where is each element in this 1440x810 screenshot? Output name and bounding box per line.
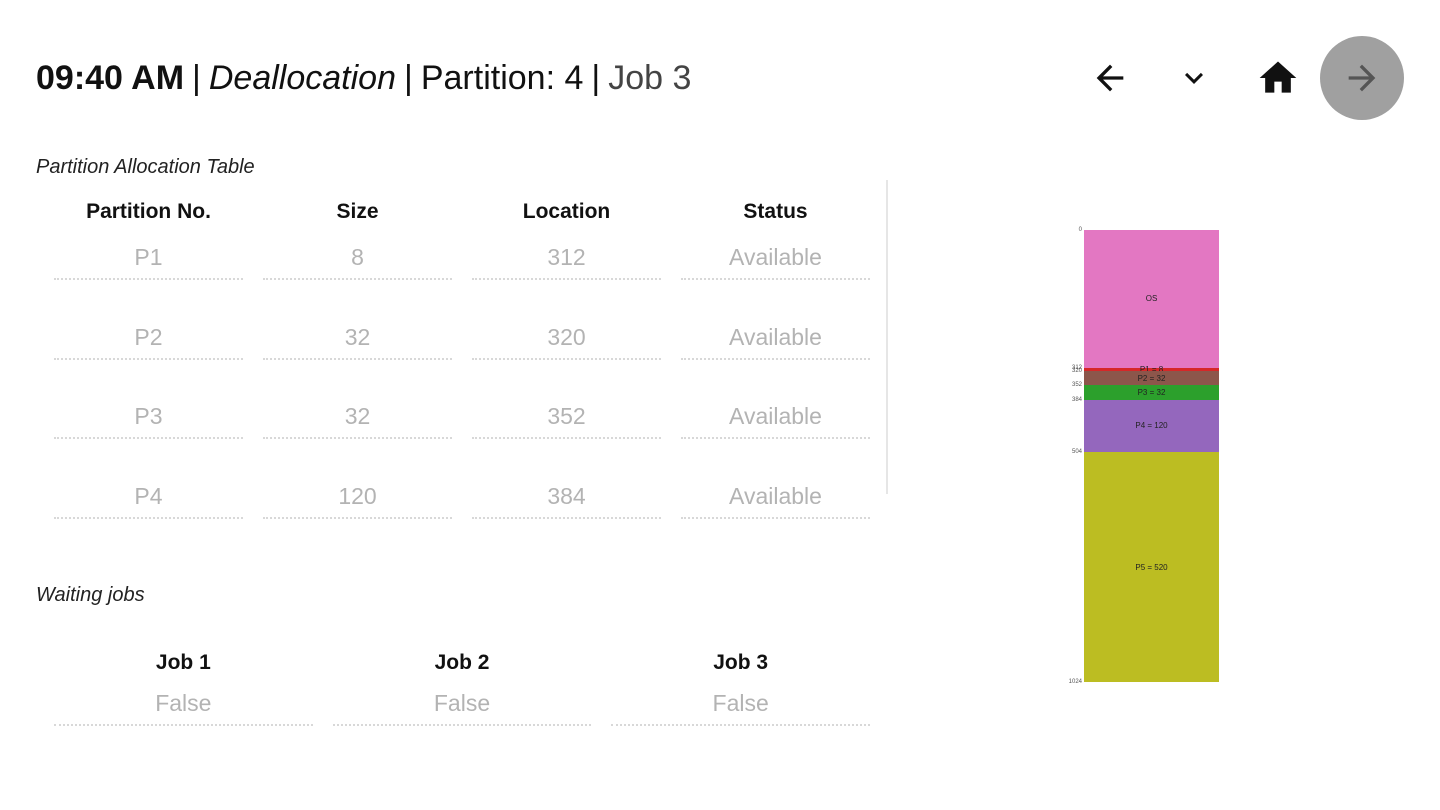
dropdown-button[interactable]: [1152, 36, 1236, 120]
table-header: Job 1 Job 2 Job 3: [44, 642, 880, 684]
table-cell[interactable]: 32: [253, 312, 462, 392]
memory-tick-label: 320: [1071, 368, 1082, 375]
memory-tick-label: 384: [1071, 396, 1082, 403]
next-button[interactable]: [1320, 36, 1404, 120]
cell-value: 352: [472, 391, 661, 439]
job-label: Job 3: [608, 59, 692, 97]
chevron-down-icon: [1185, 72, 1203, 84]
memory-block-label: P5 = 520: [1135, 562, 1168, 572]
partition-table-title: Partition Allocation Table: [36, 156, 255, 178]
vertical-divider: [886, 180, 888, 494]
cell-value: 384: [472, 471, 661, 519]
memory-block: P4 = 120: [1084, 399, 1219, 453]
memory-block: P5 = 520: [1084, 452, 1219, 682]
page-title: 09:40 AM | Deallocation | Partition: 4 | Job 3: [36, 54, 691, 102]
memory-block: OS: [1084, 230, 1219, 368]
table-cell[interactable]: False: [44, 684, 323, 764]
table-cell[interactable]: Available: [671, 391, 880, 471]
column-header: Job 3: [713, 651, 769, 674]
column-header: Job 1: [155, 651, 211, 674]
table-row: P2 32 320 Available: [44, 312, 880, 392]
cell-value: 8: [263, 232, 452, 280]
column-header: Partition No.: [86, 200, 211, 223]
memory-tick-label: 504: [1071, 449, 1082, 456]
separator: |: [591, 59, 601, 97]
memory-tick-label: 352: [1071, 382, 1082, 389]
table-row: P4 120 384 Available: [44, 471, 880, 551]
table-cell[interactable]: P1: [44, 232, 253, 312]
memory-block-label: P3 = 32: [1137, 387, 1166, 397]
column-header: Location: [522, 200, 611, 223]
memory-tick-label: 1024: [1068, 679, 1082, 685]
memory-block: P3 = 32: [1084, 385, 1219, 400]
waiting-jobs-title: Waiting jobs: [36, 584, 145, 606]
cell-value: P1: [54, 232, 243, 280]
table-cell[interactable]: 312: [462, 232, 671, 312]
memory-map: OS P1 = 8 P2 = 32 P3 = 32 P4 = 120 P5 = 520 0 3…: [1064, 222, 1234, 692]
table-row: P3 32 352 Available: [44, 391, 880, 471]
memory-block-label: OS: [1145, 294, 1158, 304]
table-cell[interactable]: P2: [44, 312, 253, 392]
cell-value: 312: [472, 232, 661, 280]
home-button[interactable]: [1236, 36, 1320, 120]
table-cell[interactable]: P4: [44, 471, 253, 551]
column-header: Status: [743, 200, 808, 223]
cell-value: Available: [681, 391, 870, 439]
memory-block-label: P4 = 120: [1135, 421, 1168, 431]
table-cell[interactable]: 384: [462, 471, 671, 551]
partition-label: Partition: 4: [420, 59, 584, 97]
arrow-left-icon: [1096, 64, 1124, 92]
cell-value: False: [332, 684, 592, 726]
table-row: False False False: [44, 684, 880, 764]
table-cell[interactable]: Available: [671, 471, 880, 551]
nav-toolbar: [1068, 36, 1404, 120]
cell-value: P4: [54, 471, 243, 519]
cell-value: P3: [54, 391, 243, 439]
table-cell[interactable]: False: [323, 684, 602, 764]
cell-value: False: [611, 684, 871, 726]
table-cell[interactable]: 8: [253, 232, 462, 312]
column-header: Job 2: [434, 651, 490, 674]
cell-value: Available: [681, 232, 870, 280]
back-button[interactable]: [1068, 36, 1152, 120]
memory-block: P2 = 32: [1084, 371, 1219, 386]
table-header: Partition No. Size Location Status: [44, 192, 880, 232]
memory-block-label: P2 = 32: [1137, 373, 1166, 383]
home-icon: [1259, 61, 1297, 93]
cell-value: 120: [263, 471, 452, 519]
mode-label: Deallocation: [208, 59, 396, 97]
table-cell[interactable]: 120: [253, 471, 462, 551]
table-cell[interactable]: False: [601, 684, 880, 764]
table-cell[interactable]: 32: [253, 391, 462, 471]
table-row: P1 8 312 Available: [44, 232, 880, 312]
column-header: Size: [336, 200, 379, 223]
cell-value: 32: [263, 312, 452, 360]
table-cell[interactable]: P3: [44, 391, 253, 471]
separator: |: [404, 59, 413, 97]
table-cell[interactable]: 352: [462, 391, 671, 471]
table-cell[interactable]: Available: [671, 232, 880, 312]
cell-value: Available: [681, 471, 870, 519]
table-cell[interactable]: Available: [671, 312, 880, 392]
cell-value: False: [54, 684, 313, 726]
cell-value: 32: [263, 391, 452, 439]
separator: |: [192, 59, 201, 97]
cell-value: P2: [54, 312, 243, 360]
partition-table: Partition No. Size Location Status P1 8 …: [44, 192, 880, 550]
arrow-right-icon: [1348, 64, 1376, 92]
cell-value: 320: [472, 312, 661, 360]
current-time: 09:40 AM: [36, 59, 185, 97]
waiting-jobs-table: Job 1 Job 2 Job 3 False False False: [44, 642, 880, 764]
cell-value: Available: [681, 312, 870, 360]
memory-tick-label: 0: [1078, 227, 1082, 233]
table-cell[interactable]: 320: [462, 312, 671, 392]
